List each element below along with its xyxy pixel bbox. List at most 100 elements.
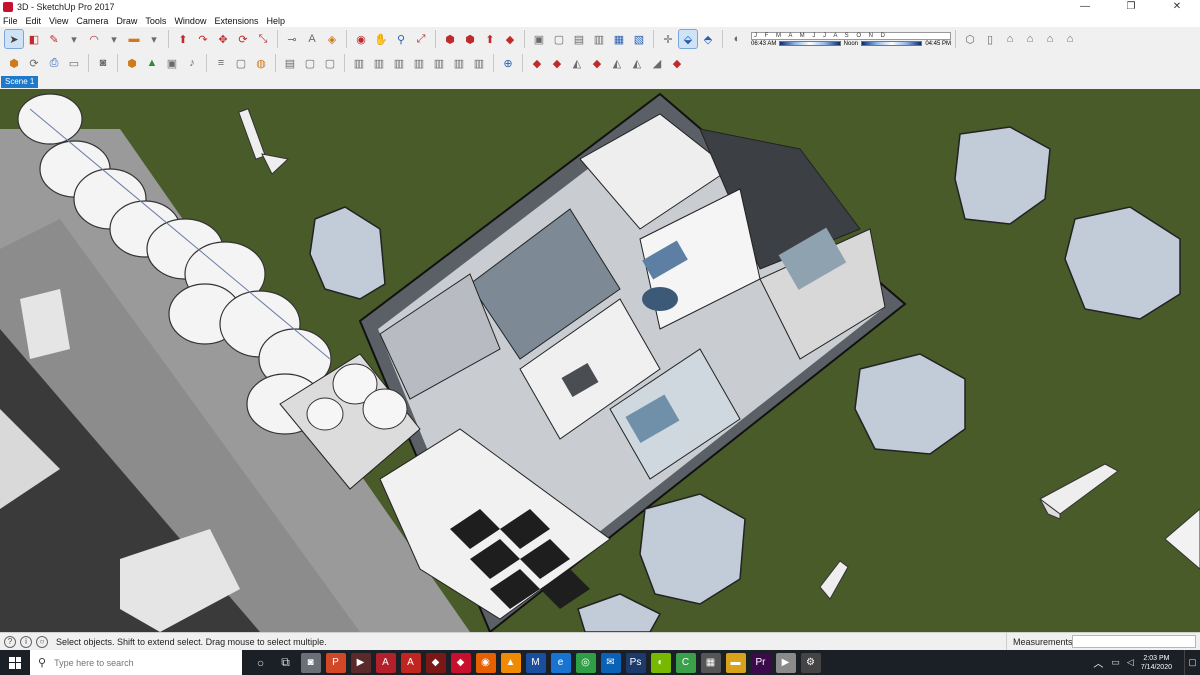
edge-icon[interactable]: e (550, 652, 571, 673)
video-app-icon[interactable]: ▶ (350, 652, 371, 673)
volume-icon[interactable]: ◁ (1127, 657, 1134, 668)
store-icon[interactable]: ▦ (700, 652, 721, 673)
rectangle-tool-icon[interactable]: ▬ (125, 30, 143, 48)
back-view-icon[interactable]: ⌂ (1041, 30, 1059, 48)
arc-tool-icon[interactable]: ◠ (85, 30, 103, 48)
pan-tool-icon[interactable]: ✋ (372, 30, 390, 48)
style-textured-icon[interactable]: ▧ (630, 30, 648, 48)
style-xray-icon[interactable]: ▢ (550, 30, 568, 48)
menu-edit[interactable]: Edit (26, 16, 42, 26)
select-tool-icon[interactable]: ➤ (4, 29, 24, 49)
solid-split-icon[interactable]: ▥ (410, 54, 428, 72)
style-wireframe-icon[interactable]: ▤ (570, 30, 588, 48)
sketchup-taskbar-icon[interactable]: ◆ (450, 652, 471, 673)
stamp-icon[interactable]: ◆ (588, 54, 606, 72)
model-canvas[interactable] (0, 89, 1200, 632)
info-icon[interactable]: i (20, 635, 32, 648)
tape-measure-tool-icon[interactable]: ⊸ (283, 30, 301, 48)
rotate-tool-icon[interactable]: ⟳ (234, 30, 252, 48)
vlc-icon[interactable]: ▲ (500, 652, 521, 673)
malwarebytes-icon[interactable]: M (525, 652, 546, 673)
parallel-projection-icon[interactable]: ⬘ (699, 30, 717, 48)
shadow-settings-widget[interactable]: J F M A M J J A S O N D 06:43 AM Noon 04… (751, 31, 951, 47)
front-view-icon[interactable]: ⌂ (1001, 30, 1019, 48)
user-icon[interactable]: ○ (36, 635, 48, 648)
style-hidden-line-icon[interactable]: ▥ (590, 30, 608, 48)
geo-location-icon[interactable]: ? (4, 635, 16, 648)
tool-app-icon[interactable]: ⚙ (800, 652, 821, 673)
warehouse-icon[interactable]: ⬢ (441, 30, 459, 48)
menu-window[interactable]: Window (174, 16, 206, 26)
shadows-toggle-icon[interactable]: ◐ (728, 30, 746, 48)
chrome-icon[interactable]: ◎ (575, 652, 596, 673)
notifications-icon[interactable]: ▢ (1184, 650, 1200, 675)
3d-viewport[interactable] (0, 89, 1200, 632)
tray-chevron-icon[interactable]: ︿ (1093, 655, 1103, 670)
left-view-icon[interactable]: ⌂ (1061, 30, 1079, 48)
media-player-icon[interactable]: ▶ (775, 652, 796, 673)
layer-icon[interactable]: ⬢ (123, 54, 141, 72)
cortana-icon[interactable]: ○ (251, 653, 271, 673)
start-button[interactable] (0, 650, 30, 675)
taskbar-search[interactable]: ⚲ (30, 650, 242, 675)
add-detail-icon[interactable]: ◭ (628, 54, 646, 72)
share-model-icon[interactable]: ⬆ (481, 30, 499, 48)
component-icon[interactable]: ▣ (530, 30, 548, 48)
camtasia-icon[interactable]: C (675, 652, 696, 673)
shadow-time-slider[interactable] (779, 41, 841, 46)
lock-icon[interactable]: ▢ (301, 54, 319, 72)
shadow-time-slider[interactable] (861, 41, 923, 46)
eraser-tool-icon[interactable]: ◧ (25, 30, 43, 48)
minimize-button[interactable]: — (1062, 0, 1108, 14)
terrain-icon[interactable]: ◆ (668, 54, 686, 72)
menu-camera[interactable]: Camera (76, 16, 108, 26)
smoove-icon[interactable]: ◭ (568, 54, 586, 72)
paint-bucket-tool-icon[interactable]: ◈ (323, 30, 341, 48)
dimension-icon[interactable]: ▤ (281, 54, 299, 72)
pdf-reader-icon[interactable]: A (375, 652, 396, 673)
measurements-input[interactable] (1072, 635, 1196, 648)
menu-tools[interactable]: Tools (145, 16, 166, 26)
solid-intersect-icon[interactable]: ▥ (430, 54, 448, 72)
solid-trim-icon[interactable]: ▥ (390, 54, 408, 72)
user-icon[interactable]: ◍ (252, 54, 270, 72)
push-pull-tool-icon[interactable]: ⬆ (174, 30, 192, 48)
sandbox-icon[interactable]: ▲ (143, 54, 161, 72)
dropdown-arrow-icon[interactable]: ▾ (145, 30, 163, 48)
presentation-app-icon[interactable]: P (325, 652, 346, 673)
make-component-icon[interactable]: ⬢ (5, 54, 23, 72)
speaker-icon[interactable]: ♪ (183, 54, 201, 72)
iso-view-icon[interactable]: ⬡ (961, 30, 979, 48)
acrobat-icon[interactable]: A (400, 652, 421, 673)
orbit-tool-icon[interactable]: ◉ (352, 30, 370, 48)
premiere-icon[interactable]: Pr (750, 652, 771, 673)
menu-draw[interactable]: Draw (116, 16, 137, 26)
search-input[interactable] (54, 657, 225, 668)
text-tool-icon[interactable]: A (303, 30, 321, 48)
firefox-icon[interactable]: ◉ (475, 652, 496, 673)
flip-edge-icon[interactable]: ◢ (648, 54, 666, 72)
section-plane-icon[interactable]: ▣ (163, 54, 181, 72)
move-tool-icon[interactable]: ✥ (214, 30, 232, 48)
dropdown-arrow-icon[interactable]: ▾ (105, 30, 123, 48)
solid-tools-icon[interactable]: ▥ (470, 54, 488, 72)
task-view-icon[interactable]: ⧉ (276, 653, 296, 673)
photoshop-icon[interactable]: Ps (625, 652, 646, 673)
camera-app-icon[interactable]: ◙ (300, 652, 321, 673)
extension-warehouse-icon[interactable]: ⬢ (461, 30, 479, 48)
perspective-icon[interactable]: ⬙ (678, 29, 698, 49)
zoom-extents-icon[interactable]: ⤢ (412, 30, 430, 48)
zoom-tool-icon[interactable]: ⚲ (392, 30, 410, 48)
solid-union-icon[interactable]: ▥ (350, 54, 368, 72)
menu-help[interactable]: Help (266, 16, 285, 26)
reload-icon[interactable]: ⟳ (25, 54, 43, 72)
printer-icon[interactable]: ⎙ (45, 54, 63, 72)
style-shaded-icon[interactable]: ▦ (610, 30, 628, 48)
comment-icon[interactable]: ▢ (232, 54, 250, 72)
right-view-icon[interactable]: ⌂ (1021, 30, 1039, 48)
camera-icon[interactable]: ◙ (94, 54, 112, 72)
tab-scene-1[interactable]: Scene 1 (1, 76, 39, 88)
close-button[interactable]: ✕ (1154, 0, 1200, 14)
network-icon[interactable]: ▭ (1111, 657, 1120, 668)
taskbar-clock[interactable]: 2:03 PM 7/14/2020 (1141, 654, 1172, 672)
